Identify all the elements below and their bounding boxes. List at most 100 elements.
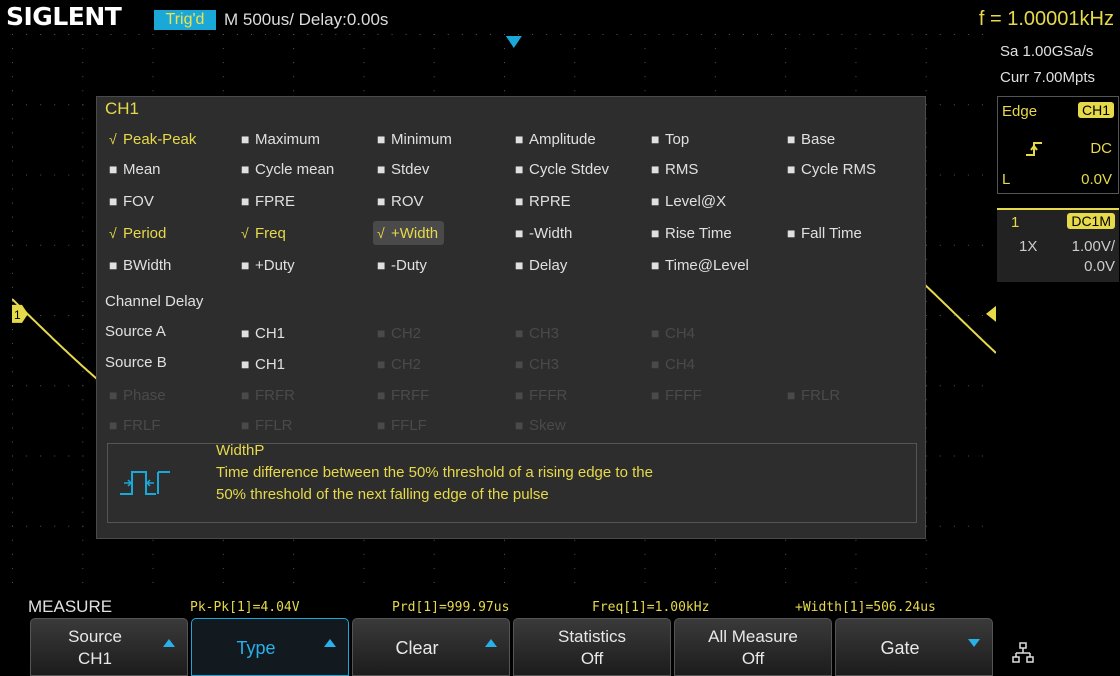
square-icon: ■ <box>515 193 524 209</box>
delay-measure-label: FRLF <box>123 417 161 434</box>
softkey-source[interactable]: Source CH1 <box>30 618 188 676</box>
measure-maximum[interactable]: ■ Maximum <box>237 127 326 151</box>
measure-label: Period <box>123 225 167 242</box>
square-icon: ■ <box>377 161 386 177</box>
softkey-type[interactable]: Type <box>191 618 349 676</box>
measure-rise-time[interactable]: ■ Rise Time <box>647 221 738 245</box>
measure-duty[interactable]: ■ +Duty <box>237 253 301 277</box>
measurement-description: WidthP Time difference between the 50% t… <box>107 442 917 523</box>
softkey-all-measure-value: Off <box>741 649 765 668</box>
check-icon: √ <box>109 131 117 147</box>
measure-label: -Width <box>529 225 573 242</box>
source-option-label: CH1 <box>255 325 286 342</box>
trigger-type: Edge <box>1002 103 1038 120</box>
measure-label: +Duty <box>255 257 295 274</box>
arrow-up-icon <box>163 639 175 647</box>
square-icon: ■ <box>651 325 660 341</box>
delay-measure-frlf: ■ FRLF <box>105 413 167 437</box>
measure-label: Delay <box>529 257 568 274</box>
trigger-source-badge: CH1 <box>1077 102 1114 118</box>
measure-amplitude[interactable]: ■ Amplitude <box>511 127 602 151</box>
delay-measure-phase: ■ Phase <box>105 383 172 407</box>
trigger-panel[interactable]: Edge CH1 DC L 0.0V <box>997 96 1119 194</box>
softkey-clear[interactable]: Clear <box>352 618 510 676</box>
square-icon: ■ <box>515 417 524 433</box>
delay-measure-skew: ■ Skew <box>511 413 572 437</box>
square-icon: ■ <box>651 161 660 177</box>
measure-rms[interactable]: ■ RMS <box>647 157 704 181</box>
measure-label: FOV <box>123 193 154 210</box>
measure-bwidth[interactable]: ■ BWidth <box>105 253 177 277</box>
measure-cycle-stdev[interactable]: ■ Cycle Stdev <box>511 157 615 181</box>
measure-time-level[interactable]: ■ Time@Level <box>647 253 755 277</box>
square-icon: ■ <box>109 257 118 273</box>
square-icon: ■ <box>651 193 660 209</box>
rising-edge-icon <box>1026 142 1042 156</box>
square-icon: ■ <box>241 131 250 147</box>
trigger-level-marker[interactable] <box>986 305 996 322</box>
measure-period[interactable]: √ Period <box>105 221 172 245</box>
source-a-label: Source A <box>105 323 166 340</box>
measure-cycle-mean[interactable]: ■ Cycle mean <box>237 157 340 181</box>
measure-duty[interactable]: ■ -Duty <box>373 253 433 277</box>
source-a-option-ch1[interactable]: ■ CH1 <box>237 321 291 345</box>
arrow-up-icon <box>485 639 497 647</box>
measure-menu-label: MEASURE <box>28 597 113 616</box>
square-icon: ■ <box>377 387 386 403</box>
measure-label: Top <box>665 131 690 148</box>
trigger-position-marker[interactable] <box>505 36 522 48</box>
measure-top[interactable]: ■ Top <box>647 127 695 151</box>
measure-peak-peak[interactable]: √ Peak-Peak <box>105 127 202 151</box>
square-icon: ■ <box>651 387 660 403</box>
result-pos-width: +Width[1]=506.24us <box>795 600 936 615</box>
check-icon: √ <box>377 225 385 241</box>
softkey-statistics[interactable]: Statistics Off <box>513 618 671 676</box>
measure-minimum[interactable]: ■ Minimum <box>373 127 458 151</box>
measure-fov[interactable]: ■ FOV <box>105 189 160 213</box>
measure-base[interactable]: ■ Base <box>783 127 841 151</box>
delay-measure-label: FFFR <box>529 387 568 404</box>
source-option-label: CH2 <box>391 356 422 373</box>
measure-mean[interactable]: ■ Mean <box>105 157 167 181</box>
measure-level-x[interactable]: ■ Level@X <box>647 189 732 213</box>
source-b-option-ch1[interactable]: ■ CH1 <box>237 352 291 376</box>
delay-measure-frlr: ■ FRLR <box>783 383 846 407</box>
frequency-counter: f = 1.00001kHz <box>978 8 1114 30</box>
square-icon: ■ <box>241 325 250 341</box>
network-icon[interactable] <box>1012 642 1034 664</box>
square-icon: ■ <box>377 325 386 341</box>
measure-freq[interactable]: √ Freq <box>237 221 292 245</box>
delay-measure-ffff: ■ FFFF <box>647 383 708 407</box>
softkey-all-measure[interactable]: All Measure Off <box>674 618 832 676</box>
square-icon: ■ <box>651 356 660 372</box>
softkey-type-label: Type <box>236 638 276 658</box>
measure-label: Cycle mean <box>255 161 335 178</box>
measure-label: FPRE <box>255 193 296 210</box>
softkey-gate[interactable]: Gate <box>835 618 993 676</box>
measure-rov[interactable]: ■ ROV <box>373 189 430 213</box>
measure-stdev[interactable]: ■ Stdev <box>373 157 435 181</box>
measure-label: -Duty <box>391 257 427 274</box>
channel1-panel[interactable]: 1 DC1M 1X 1.00V/ 0.0V <box>997 208 1119 282</box>
softkey-gate-label: Gate <box>880 638 920 658</box>
measure-rpre[interactable]: ■ RPRE <box>511 189 577 213</box>
source-option-label: CH4 <box>665 356 696 373</box>
measure-cycle-rms[interactable]: ■ Cycle RMS <box>783 157 882 181</box>
square-icon: ■ <box>515 387 524 403</box>
measure-label: Stdev <box>391 161 430 178</box>
result-period: Prd[1]=999.97us <box>392 600 510 615</box>
delay-measure-fffr: ■ FFFR <box>511 383 573 407</box>
trigger-level: 0.0V <box>1081 171 1112 188</box>
measure-delay[interactable]: ■ Delay <box>511 253 573 277</box>
measure-width[interactable]: √ +Width <box>373 221 445 245</box>
source-b-option-ch3: ■ CH3 <box>511 352 565 376</box>
measure-label: Maximum <box>255 131 321 148</box>
measure-label: Cycle Stdev <box>529 161 610 178</box>
measure-fall-time[interactable]: ■ Fall Time <box>783 221 868 245</box>
measure-fpre[interactable]: ■ FPRE <box>237 189 301 213</box>
top-status-bar: SIGLENT Trig'd M 500us/ Delay:0.00s f = … <box>0 0 1120 34</box>
measure-width[interactable]: ■ -Width <box>511 221 578 245</box>
source-option-label: CH1 <box>255 356 286 373</box>
channel1-marker-label: 1 <box>14 308 21 322</box>
square-icon: ■ <box>515 161 524 177</box>
